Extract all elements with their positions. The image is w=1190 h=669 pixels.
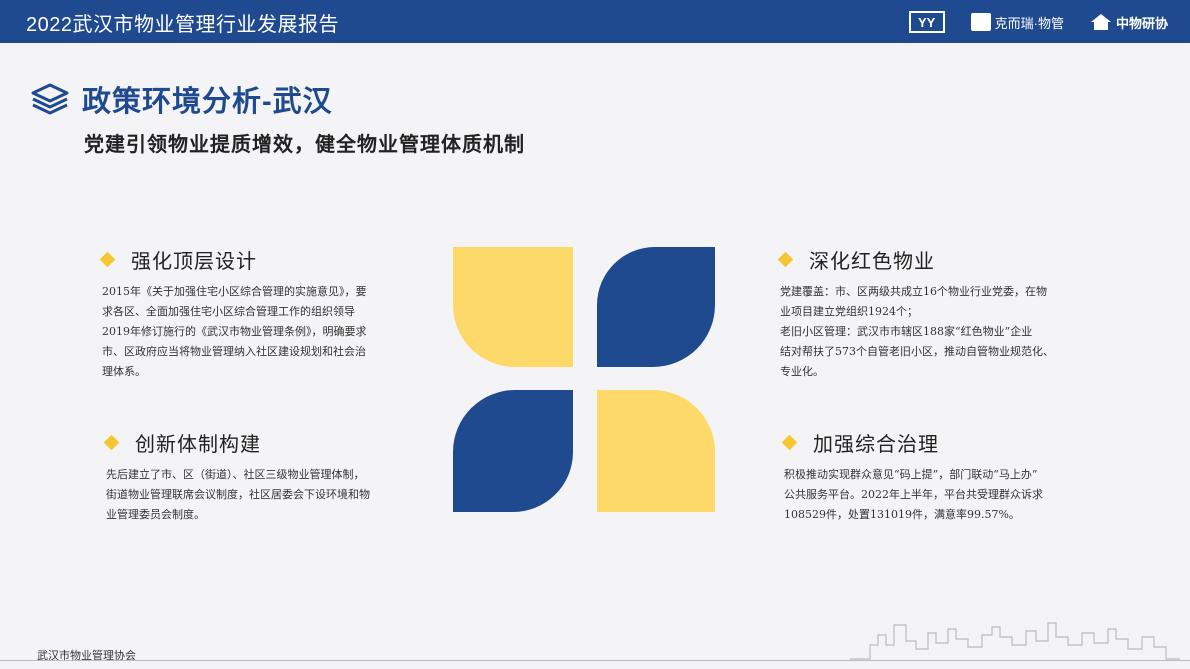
petal-top-right <box>597 247 715 367</box>
zhongwu-logo: 中物研协 <box>1090 13 1168 32</box>
page-subtitle: 党建引领物业提质增效，健全物业管理体质机制 <box>84 134 525 156</box>
petal-bottom-left <box>453 390 573 512</box>
diamond-bullet-icon <box>781 434 798 451</box>
section-body: 2015年《关于加强住宅小区综合管理的实施意见》，要 求各区、全面加强住宅小区综… <box>102 285 367 378</box>
section-body: 积极推动实现群众意见“码上提”，部门联动“马上办” 公共服务平台。2022年上半… <box>784 468 1043 521</box>
yy-logo: YY <box>908 11 945 33</box>
header-bar: 2022武汉市物业管理行业发展报告 YY 克而瑞·物管 中物研协 <box>0 0 1190 43</box>
report-title: 2022武汉市物业管理行业发展报告 <box>26 14 339 36</box>
section-body: 先后建立了市、区（街道）、社区三级物业管理体制， 街道物业管理联席会议制度，社区… <box>106 468 370 521</box>
city-skyline-graphic <box>850 622 1180 660</box>
section-top-level-design: 强化顶层设计 2015年《关于加强住宅小区综合管理的实施意见》，要 求各区、全面… <box>99 245 367 382</box>
layers-icon <box>31 83 69 115</box>
section-system-innovation: 创新体制构建 先后建立了市、区（街道）、社区三级物业管理体制， 街道物业管理联席… <box>103 428 370 525</box>
logo-group: YY 克而瑞·物管 中物研协 <box>908 8 1168 36</box>
section-label: 创新体制构建 <box>135 434 261 456</box>
house-icon <box>1090 14 1111 30</box>
diamond-bullet-icon <box>99 251 116 268</box>
petal-bottom-right <box>597 390 715 512</box>
section-label: 深化红色物业 <box>809 251 935 273</box>
page-title: 政策环境分析-武汉 <box>82 86 333 118</box>
section-label: 强化顶层设计 <box>131 251 257 273</box>
section-body: 党建覆盖：市、区两级共成立16个物业行业党委，在物 业项目建立党组织1924个；… <box>780 285 1054 378</box>
page-heading: 政策环境分析-武汉 <box>30 78 333 120</box>
keer-logo: 克而瑞·物管 <box>970 13 1064 32</box>
petal-top-left <box>453 247 573 367</box>
section-comprehensive-governance: 加强综合治理 积极推动实现群众意见“码上提”，部门联动“马上办” 公共服务平台。… <box>781 428 1043 525</box>
section-label: 加强综合治理 <box>813 434 939 456</box>
diamond-bullet-icon <box>103 434 120 451</box>
section-red-property: 深化红色物业 党建覆盖：市、区两级共成立16个物业行业党委，在物 业项目建立党组… <box>777 245 1054 382</box>
diamond-bullet-icon <box>777 251 794 268</box>
four-petal-graphic <box>453 247 715 512</box>
keer-logo-icon <box>970 13 991 31</box>
